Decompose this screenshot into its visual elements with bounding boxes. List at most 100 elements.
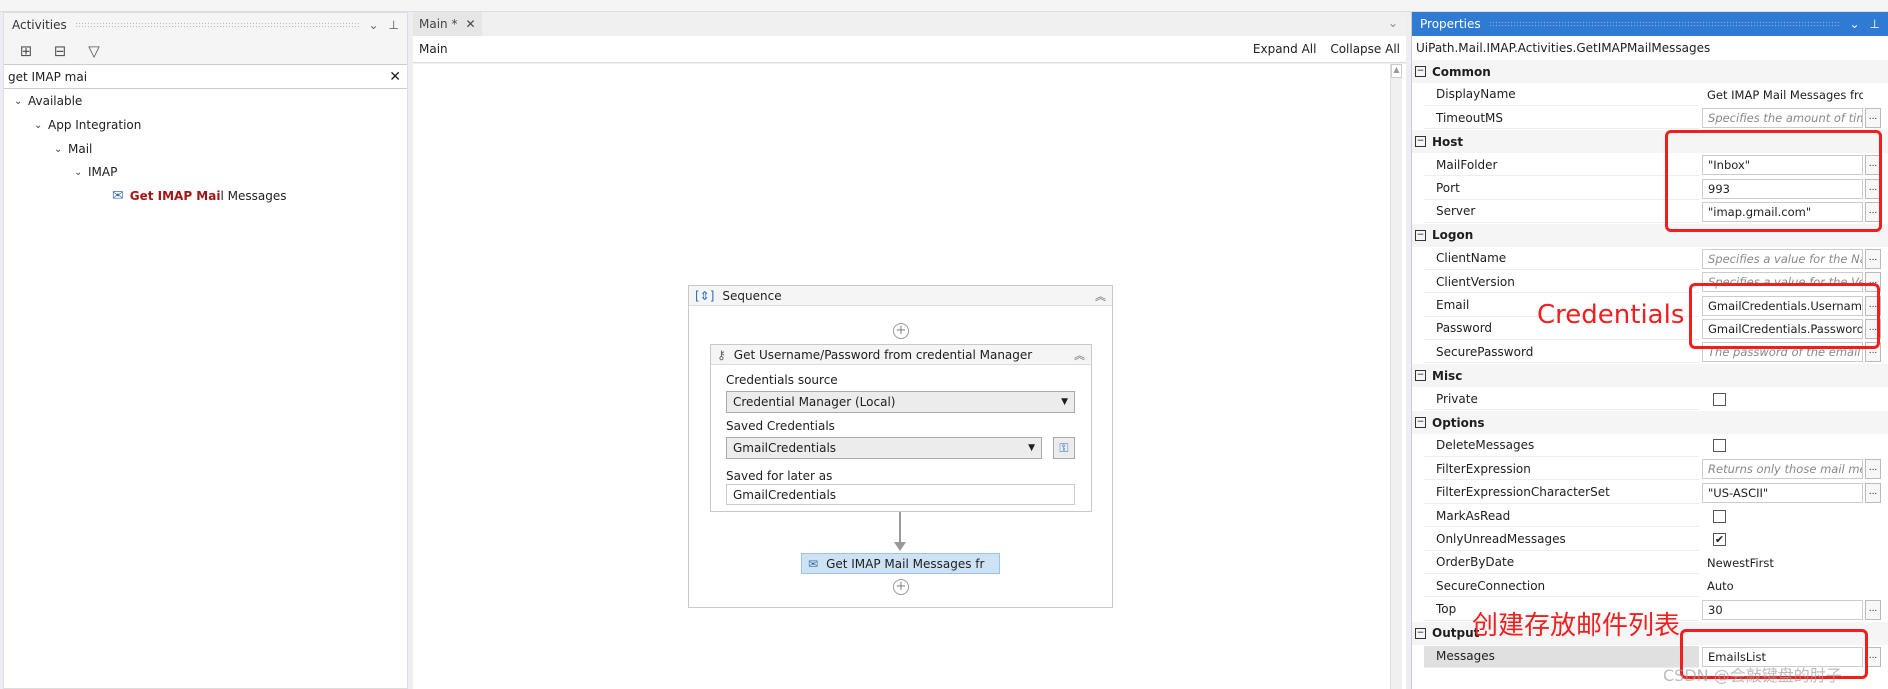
collapse-all-link[interactable]: Collapse All bbox=[1330, 42, 1400, 56]
chevron-down-icon[interactable]: ⌄ bbox=[368, 18, 378, 32]
host-highlight-box bbox=[1665, 130, 1882, 232]
property-row-FilterExpression: FilterExpression Returns only those mail … bbox=[1412, 458, 1888, 481]
collapse-category-icon[interactable]: − bbox=[1415, 229, 1426, 241]
saved-credentials-dropdown[interactable]: GmailCredentials ▼ bbox=[726, 437, 1042, 459]
category-options[interactable]: − Options bbox=[1412, 411, 1888, 434]
expand-all-icon[interactable]: ⊞ bbox=[16, 42, 36, 60]
property-input[interactable]: Returns only those mail messages bbox=[1702, 459, 1863, 480]
property-checkbox[interactable] bbox=[1713, 439, 1726, 453]
property-value[interactable]: Auto bbox=[1702, 576, 1863, 596]
property-checkbox[interactable]: ✔ bbox=[1713, 533, 1726, 546]
tree-item-mail[interactable]: ⌄ Mail bbox=[54, 138, 92, 160]
chevron-down-icon[interactable]: ⌄ bbox=[14, 96, 28, 107]
activities-toolbar: ⊞ ⊟ ▽ bbox=[4, 37, 407, 65]
expression-editor-button[interactable]: ... bbox=[1865, 459, 1881, 480]
property-value[interactable]: Get IMAP Mail Messages from GMail bbox=[1702, 85, 1863, 105]
property-value[interactable]: NewestFirst bbox=[1702, 553, 1863, 573]
property-input[interactable]: "US-ASCII" bbox=[1702, 482, 1863, 503]
property-checkbox[interactable] bbox=[1713, 509, 1726, 523]
property-name: Messages bbox=[1424, 645, 1699, 668]
sequence-title: Sequence bbox=[722, 288, 782, 303]
top-strip bbox=[0, 0, 1888, 12]
tree-label: IMAP bbox=[88, 165, 118, 179]
property-input[interactable]: Specifies the amount of time bbox=[1702, 108, 1863, 129]
clear-search-icon[interactable]: ✕ bbox=[389, 69, 401, 85]
add-activity-icon[interactable]: + bbox=[893, 579, 909, 595]
breadcrumb-bar: Main Expand All Collapse All bbox=[413, 36, 1406, 63]
property-name: TimeoutMS bbox=[1424, 107, 1699, 130]
property-name: Private bbox=[1424, 388, 1699, 411]
input-value: GmailCredentials bbox=[733, 487, 837, 502]
property-row-DisplayName: DisplayNameGet IMAP Mail Messages from G… bbox=[1412, 83, 1888, 106]
property-name: OnlyUnreadMessages bbox=[1424, 529, 1699, 551]
close-tab-icon[interactable]: ✕ bbox=[465, 17, 475, 31]
tree-item-app-integration[interactable]: ⌄ App Integration bbox=[34, 114, 141, 136]
collapse-category-icon[interactable]: − bbox=[1415, 370, 1426, 382]
imap-activity[interactable]: ✉ Get IMAP Mail Messages fr bbox=[801, 553, 1000, 574]
tab-label: Main * bbox=[419, 17, 458, 31]
collapse-category-icon[interactable]: − bbox=[1415, 417, 1426, 428]
chevron-down-icon[interactable]: ⌄ bbox=[54, 144, 68, 155]
credential-activity-header[interactable]: ⚷ Get Username/Password from credential … bbox=[711, 345, 1091, 365]
collapse-category-icon[interactable]: − bbox=[1415, 627, 1426, 639]
property-name: OrderByDate bbox=[1424, 552, 1699, 574]
key-icon: ⚷ bbox=[717, 347, 726, 362]
activities-search[interactable]: get IMAP mai ✕ bbox=[4, 65, 407, 89]
property-name: SecurePassword bbox=[1424, 341, 1699, 364]
expression-editor-button[interactable]: ... bbox=[1865, 108, 1881, 129]
tree-item-get-imap-mail-messages[interactable]: ✉ Get IMAP Mai l Messages bbox=[112, 185, 286, 207]
drag-grip[interactable] bbox=[74, 22, 361, 28]
breadcrumb[interactable]: Main bbox=[419, 42, 448, 56]
expression-editor-button[interactable]: ... bbox=[1865, 482, 1881, 503]
vertical-scrollbar[interactable]: ▲ bbox=[1390, 64, 1402, 689]
property-row-MarkAsRead: MarkAsRead bbox=[1412, 505, 1888, 528]
chevron-down-icon[interactable]: ⌄ bbox=[74, 167, 88, 178]
collapse-category-icon[interactable]: − bbox=[1415, 66, 1426, 77]
filter-icon[interactable]: ▽ bbox=[84, 42, 104, 60]
property-name: FilterExpressionCharacterSet bbox=[1424, 482, 1699, 504]
property-name: Server bbox=[1424, 201, 1699, 223]
sequence-header[interactable]: [⇕] Sequence ︽ bbox=[689, 286, 1112, 306]
collapse-icon[interactable]: ︽ bbox=[1074, 347, 1085, 363]
saved-for-later-input[interactable]: GmailCredentials bbox=[726, 484, 1075, 505]
tree-label: l Messages bbox=[220, 189, 287, 203]
search-input[interactable]: get IMAP mai bbox=[8, 70, 87, 84]
credentials-source-dropdown[interactable]: Credential Manager (Local) ▼ bbox=[726, 391, 1075, 413]
property-name: DeleteMessages bbox=[1424, 435, 1699, 457]
chevron-down-icon[interactable]: ⌄ bbox=[1849, 17, 1859, 31]
tree-label: Mail bbox=[68, 142, 93, 156]
property-checkbox[interactable] bbox=[1713, 392, 1726, 406]
collapse-icon[interactable]: ︽ bbox=[1095, 288, 1106, 304]
tree-item-imap[interactable]: ⌄ IMAP bbox=[74, 161, 117, 183]
dropdown-value: Credential Manager (Local) bbox=[733, 395, 896, 409]
property-name: Port bbox=[1424, 178, 1699, 200]
chevron-down-icon[interactable]: ⌄ bbox=[34, 120, 48, 131]
category-common[interactable]: − Common bbox=[1412, 60, 1888, 83]
expression-editor-button[interactable]: ... bbox=[1865, 248, 1881, 269]
property-row-OnlyUnreadMessages: OnlyUnreadMessages ✔ bbox=[1412, 528, 1888, 551]
activities-panel: Activities ⌄ ⊥ ⊞ ⊟ ▽ get IMAP mai ✕ ⌄ Ava… bbox=[3, 12, 408, 689]
activity-title: Get Username/Password from credential Ma… bbox=[733, 347, 1033, 362]
tab-main[interactable]: Main * ✕ bbox=[413, 12, 482, 36]
category-label: Common bbox=[1432, 64, 1491, 79]
tab-list-chevron-icon[interactable]: ⌄ bbox=[1388, 16, 1398, 30]
sequence-icon: [⇕] bbox=[695, 288, 715, 303]
collapse-all-icon[interactable]: ⊟ bbox=[50, 42, 70, 60]
category-misc[interactable]: − Misc bbox=[1412, 364, 1888, 388]
add-activity-icon[interactable]: + bbox=[893, 323, 909, 339]
category-label: Misc bbox=[1432, 368, 1463, 383]
category-label: Options bbox=[1432, 415, 1485, 430]
collapse-category-icon[interactable]: − bbox=[1415, 136, 1426, 148]
tree-item-available[interactable]: ⌄ Available bbox=[14, 90, 82, 112]
property-input[interactable]: Specifies a value for the Name bbox=[1702, 248, 1863, 269]
expression-editor-button[interactable]: ... bbox=[1865, 599, 1881, 620]
expand-all-link[interactable]: Expand All bbox=[1253, 42, 1317, 56]
property-input[interactable]: 30 bbox=[1702, 599, 1863, 620]
property-row-SecureConnection: SecureConnection Auto bbox=[1412, 575, 1888, 598]
pin-icon[interactable]: ⊥ bbox=[1870, 17, 1880, 31]
scroll-up-icon[interactable]: ▲ bbox=[1391, 64, 1402, 78]
drag-grip[interactable] bbox=[1488, 21, 1842, 27]
tree-label: Available bbox=[28, 94, 83, 108]
manage-credentials-button[interactable]: ⚿ bbox=[1053, 437, 1075, 459]
pin-icon[interactable]: ⊥ bbox=[389, 18, 399, 32]
